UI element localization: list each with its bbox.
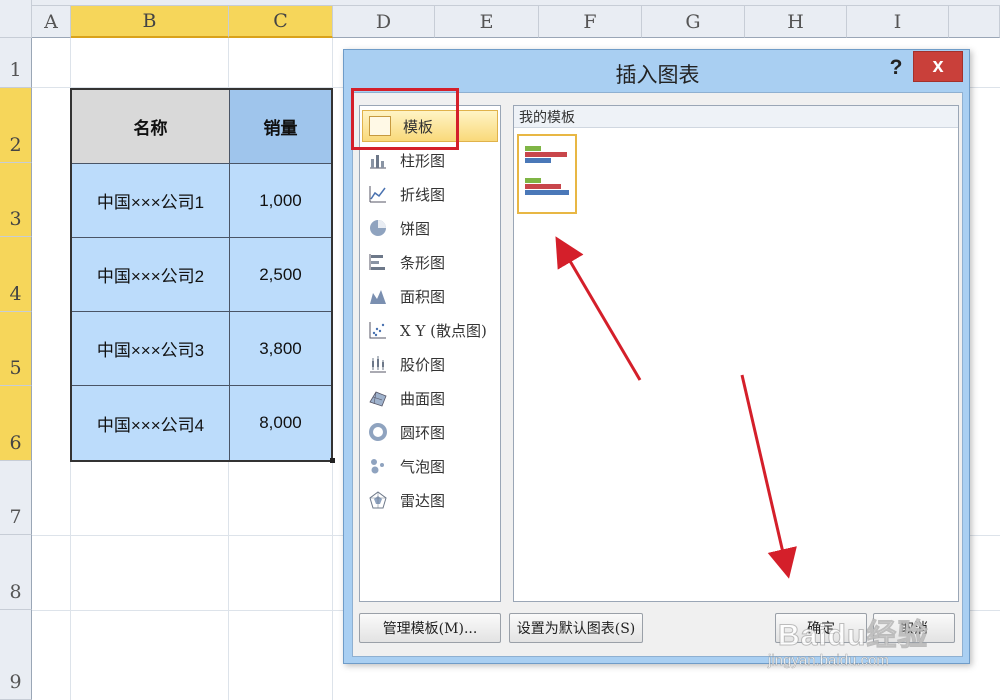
category-pie[interactable]: 饼图 [362, 212, 498, 244]
category-label: 条形图 [400, 253, 446, 272]
bubble-chart-icon [368, 456, 388, 476]
table-header-sales[interactable]: 销量 [230, 90, 331, 164]
column-header-h[interactable]: H [745, 6, 847, 38]
category-scatter[interactable]: X Y (散点图) [362, 314, 498, 346]
category-label: 曲面图 [400, 389, 446, 408]
table-cell-name[interactable]: 中国×××公司3 [72, 312, 230, 386]
column-header-i[interactable]: I [847, 6, 949, 38]
close-button[interactable]: x [913, 51, 963, 82]
stock-chart-icon [368, 354, 388, 374]
category-label: 气泡图 [400, 457, 446, 476]
category-label: 饼图 [400, 219, 431, 238]
category-bubble[interactable]: 气泡图 [362, 450, 498, 482]
template-thumbnail[interactable] [517, 134, 577, 214]
category-label: 雷达图 [400, 491, 446, 510]
category-label: 股价图 [400, 355, 446, 374]
cancel-button[interactable]: 取消 [873, 613, 955, 643]
annotation-highlight-box [351, 88, 459, 150]
row-header-8[interactable]: 8 [0, 535, 32, 610]
column-header-c[interactable]: C [229, 6, 333, 38]
column-chart-icon [368, 150, 388, 170]
surface-chart-icon [368, 388, 388, 408]
column-header-d[interactable]: D [333, 6, 435, 38]
row-header-9[interactable]: 9 [0, 610, 32, 700]
fill-handle[interactable] [330, 458, 335, 463]
category-radar[interactable]: 雷达图 [362, 484, 498, 516]
template-group-header: 我的模板 [514, 106, 958, 128]
category-doughnut[interactable]: 圆环图 [362, 416, 498, 448]
row-header-2[interactable]: 2 [0, 88, 32, 163]
pie-chart-icon [368, 218, 388, 238]
column-header-g[interactable]: G [642, 6, 745, 38]
column-header-e[interactable]: E [435, 6, 539, 38]
dialog-body: 模板 柱形图 折线图 饼图 条形图 面积图 X Y (散点图) 股价图 曲面图 … [352, 92, 963, 657]
manage-templates-button[interactable]: 管理模板(M)... [359, 613, 501, 643]
table-header-name[interactable]: 名称 [72, 90, 230, 164]
select-all-corner[interactable] [0, 0, 32, 38]
column-header-extra[interactable] [949, 6, 1000, 38]
sales-table: 名称 销量 中国×××公司1 1,000 中国×××公司2 2,500 中国××… [70, 88, 333, 462]
table-cell-name[interactable]: 中国×××公司2 [72, 238, 230, 312]
category-label: 面积图 [400, 287, 446, 306]
category-line[interactable]: 折线图 [362, 178, 498, 210]
row-header-6[interactable]: 6 [0, 386, 32, 461]
category-bar[interactable]: 条形图 [362, 246, 498, 278]
category-label: 柱形图 [400, 151, 446, 170]
dialog-title: 插入图表 [615, 63, 700, 87]
table-cell-sales[interactable]: 2,500 [230, 238, 331, 312]
category-label: 折线图 [400, 185, 446, 204]
table-cell-sales[interactable]: 8,000 [230, 386, 331, 460]
category-stock[interactable]: 股价图 [362, 348, 498, 380]
bar-template-icon [525, 146, 569, 195]
template-panel: 我的模板 [513, 105, 959, 602]
table-cell-sales[interactable]: 3,800 [230, 312, 331, 386]
category-label: 圆环图 [400, 423, 446, 442]
table-cell-name[interactable]: 中国×××公司1 [72, 164, 230, 238]
row-header-5[interactable]: 5 [0, 312, 32, 386]
radar-chart-icon [368, 490, 388, 510]
table-cell-name[interactable]: 中国×××公司4 [72, 386, 230, 460]
line-chart-icon [368, 184, 388, 204]
row-header-4[interactable]: 4 [0, 237, 32, 312]
help-button[interactable]: ? [884, 55, 908, 81]
area-chart-icon [368, 286, 388, 306]
category-area[interactable]: 面积图 [362, 280, 498, 312]
column-header-a[interactable]: A [32, 6, 71, 38]
scatter-chart-icon [368, 320, 388, 340]
set-default-chart-button[interactable]: 设置为默认图表(S) [509, 613, 643, 643]
row-header-3[interactable]: 3 [0, 163, 32, 237]
doughnut-chart-icon [368, 422, 388, 442]
column-header-f[interactable]: F [539, 6, 642, 38]
table-cell-sales[interactable]: 1,000 [230, 164, 331, 238]
row-header-1[interactable]: 1 [0, 38, 32, 88]
column-header-b[interactable]: B [71, 6, 229, 38]
category-label: X Y (散点图) [400, 321, 487, 340]
chart-category-list: 模板 柱形图 折线图 饼图 条形图 面积图 X Y (散点图) 股价图 曲面图 … [359, 105, 501, 602]
category-surface[interactable]: 曲面图 [362, 382, 498, 414]
row-header-7[interactable]: 7 [0, 461, 32, 535]
ok-button[interactable]: 确定 [775, 613, 867, 643]
bar-chart-icon [368, 252, 388, 272]
